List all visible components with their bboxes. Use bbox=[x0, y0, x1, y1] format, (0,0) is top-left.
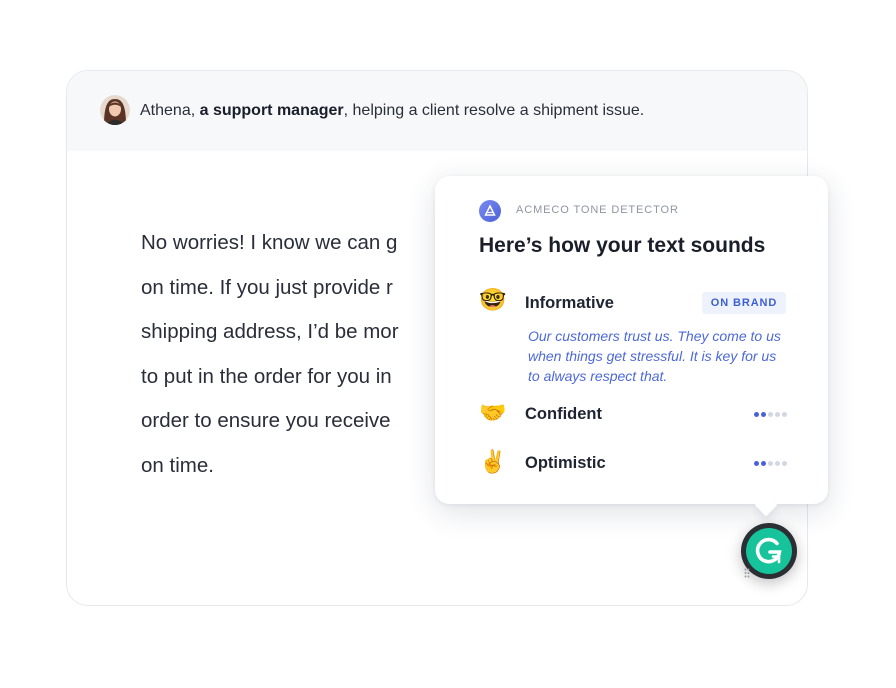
meter-dot bbox=[761, 461, 766, 466]
grammarly-button[interactable] bbox=[741, 523, 797, 579]
on-brand-badge: ON BRAND bbox=[702, 292, 786, 314]
conversation-context: Athena, a support manager, helping a cli… bbox=[140, 102, 644, 120]
confident-level-meter bbox=[754, 412, 787, 417]
author-role: a support manager bbox=[199, 102, 344, 119]
tone-label-informative: Informative bbox=[525, 294, 614, 312]
brand-name: ACMECO TONE DETECTOR bbox=[516, 204, 679, 216]
tone-label-confident: Confident bbox=[525, 405, 602, 423]
meter-dot bbox=[754, 461, 759, 466]
avatar bbox=[100, 95, 130, 125]
author-name: Athena bbox=[140, 102, 191, 119]
nerd-face-icon: 🤓 bbox=[479, 287, 507, 312]
grammarly-g-icon bbox=[746, 528, 792, 574]
drag-handle-icon[interactable] bbox=[744, 565, 750, 578]
context-description: , helping a client resolve a shipment is… bbox=[343, 102, 645, 119]
tone-note: Our customers trust us. They come to us … bbox=[528, 328, 781, 384]
tone-detector-logo-icon bbox=[479, 200, 501, 222]
meter-dot bbox=[775, 461, 780, 466]
panel-title: Here’s how your text sounds bbox=[479, 234, 766, 257]
meter-dot bbox=[768, 461, 773, 466]
meter-dot bbox=[775, 412, 780, 417]
tone-label-optimistic: Optimistic bbox=[525, 454, 606, 472]
meter-dot bbox=[782, 412, 787, 417]
meter-dot bbox=[754, 412, 759, 417]
victory-hand-icon: ✌️ bbox=[479, 449, 507, 474]
optimistic-level-meter bbox=[754, 461, 787, 466]
tone-detector-panel: ACMECO TONE DETECTOR Here’s how your tex… bbox=[435, 176, 828, 517]
meter-dot bbox=[782, 461, 787, 466]
name-separator: , bbox=[190, 102, 200, 119]
meter-dot bbox=[768, 412, 773, 417]
handshake-icon: 🤝 bbox=[479, 400, 507, 425]
meter-dot bbox=[761, 412, 766, 417]
card-header: Athena, a support manager, helping a cli… bbox=[67, 71, 807, 151]
